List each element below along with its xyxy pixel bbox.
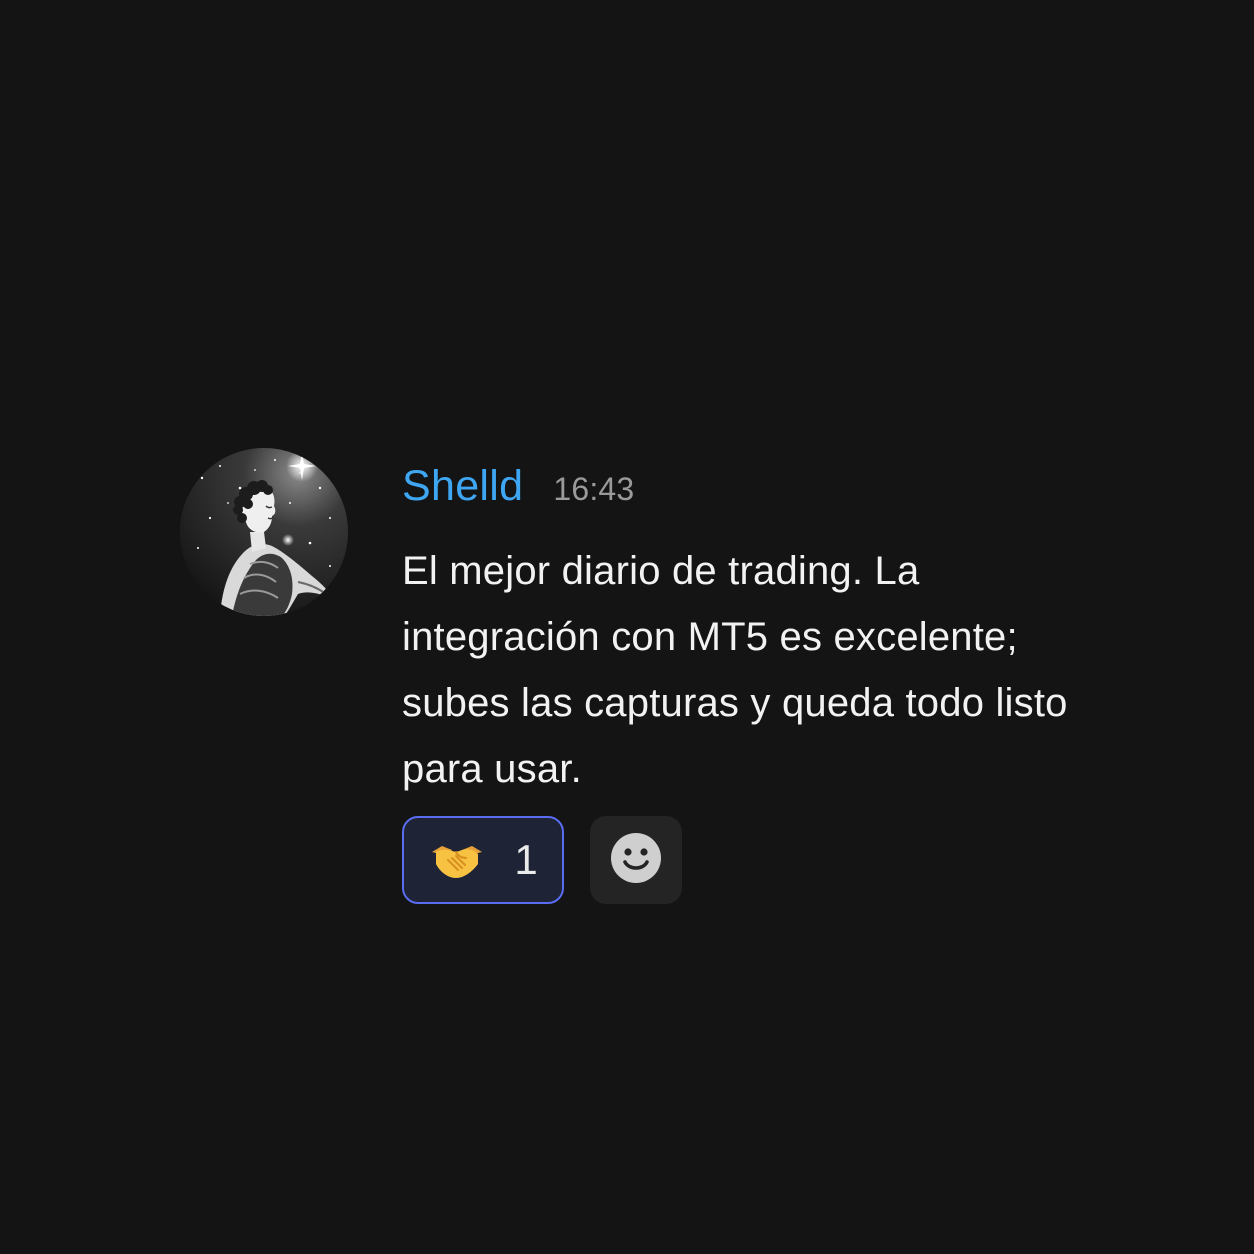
reaction-count: 1 <box>514 836 538 883</box>
message-text: El mejor diario de trading. La integraci… <box>402 549 1068 791</box>
timestamp: 16:43 <box>553 471 635 507</box>
chat-message: Shelld 16:43 El mejor diario de trading.… <box>180 448 1140 928</box>
message-content: Shelld 16:43 El mejor diario de trading.… <box>402 462 1122 802</box>
avatar[interactable] <box>180 448 348 616</box>
handshake-icon <box>428 838 486 882</box>
message-header: Shelld 16:43 <box>402 462 1122 518</box>
smiley-icon <box>610 832 662 889</box>
username[interactable]: Shelld <box>402 462 523 511</box>
chat-view: Shelld 16:43 El mejor diario de trading.… <box>0 0 1254 1254</box>
reaction-handshake[interactable]: 1 <box>402 816 564 904</box>
reactions-bar: 1 <box>402 816 682 904</box>
avatar-image <box>180 448 348 616</box>
add-reaction-button[interactable] <box>590 816 682 904</box>
